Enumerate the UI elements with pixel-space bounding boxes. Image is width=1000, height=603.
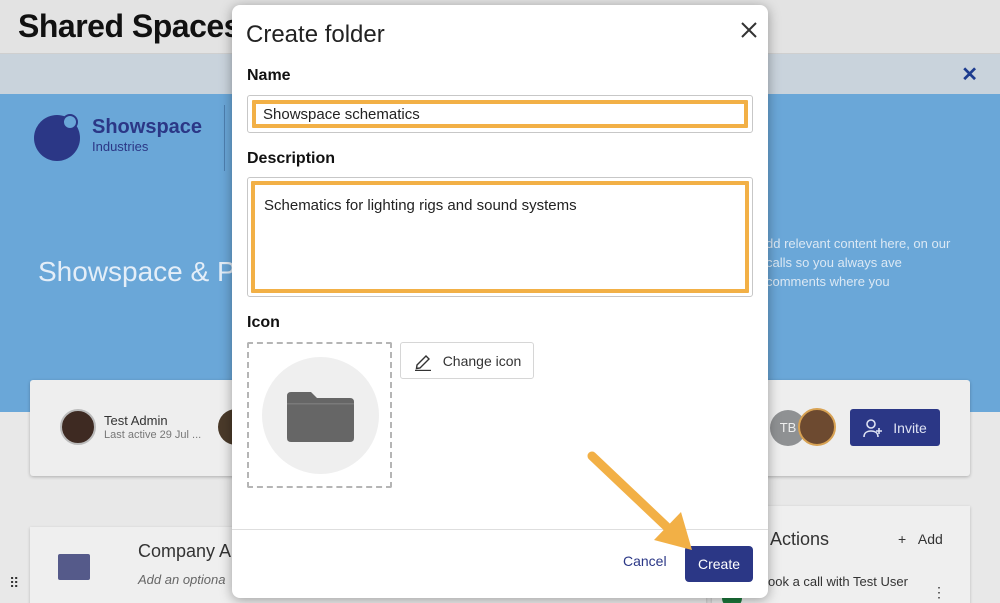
member-last-active: Last active 29 Jul ... bbox=[104, 429, 202, 441]
description-input[interactable]: Schematics for lighting rigs and sound s… bbox=[251, 181, 749, 293]
logo-icon-accent bbox=[62, 114, 78, 130]
hero-heading: Showspace & P bbox=[38, 256, 236, 287]
page-title: Shared Spaces bbox=[18, 8, 241, 44]
description-label: Description bbox=[247, 150, 336, 167]
description-field-wrapper: Schematics for lighting rigs and sound s… bbox=[247, 177, 753, 297]
name-input[interactable] bbox=[252, 100, 748, 128]
close-icon[interactable] bbox=[737, 18, 761, 42]
change-icon-button[interactable]: Change icon bbox=[400, 342, 534, 379]
more-options-icon[interactable]: ⋮ bbox=[932, 584, 946, 601]
close-icon[interactable]: ✕ bbox=[961, 62, 978, 87]
icon-preview-circle bbox=[262, 357, 379, 474]
folder-card-title: Company A bbox=[138, 541, 232, 561]
actions-add-button[interactable]: + Add bbox=[898, 531, 943, 547]
folder-icon bbox=[287, 392, 354, 442]
invite-button[interactable]: Invite bbox=[850, 409, 940, 446]
logo-subtitle: Industries bbox=[92, 139, 149, 154]
actions-add-label: Add bbox=[917, 531, 943, 547]
avatar bbox=[798, 408, 836, 446]
folder-card-subtitle: Add an optiona bbox=[138, 572, 226, 587]
invite-label: Invite bbox=[893, 419, 927, 436]
member-name: Test Admin bbox=[104, 413, 168, 428]
change-icon-label: Change icon bbox=[442, 352, 522, 369]
dialog-title: Create folder bbox=[246, 21, 385, 48]
avatar bbox=[60, 409, 96, 445]
name-field-wrapper bbox=[247, 95, 753, 133]
hero-text: dd relevant content here, on our calls s… bbox=[766, 236, 951, 289]
icon-preview[interactable] bbox=[247, 342, 392, 488]
plus-icon: + bbox=[898, 531, 907, 547]
divider bbox=[224, 105, 225, 171]
add-user-icon bbox=[863, 418, 883, 437]
drag-handle-icon[interactable]: ⠿ bbox=[9, 576, 21, 590]
icon-label: Icon bbox=[247, 314, 280, 331]
annotation-arrow-icon bbox=[587, 451, 692, 550]
pencil-icon bbox=[414, 354, 431, 371]
folder-icon bbox=[58, 554, 90, 580]
logo-name: Showspace bbox=[92, 116, 203, 138]
action-item[interactable]: ook a call with Test User bbox=[768, 573, 918, 590]
name-label: Name bbox=[247, 67, 291, 84]
actions-title: Actions bbox=[770, 529, 830, 549]
